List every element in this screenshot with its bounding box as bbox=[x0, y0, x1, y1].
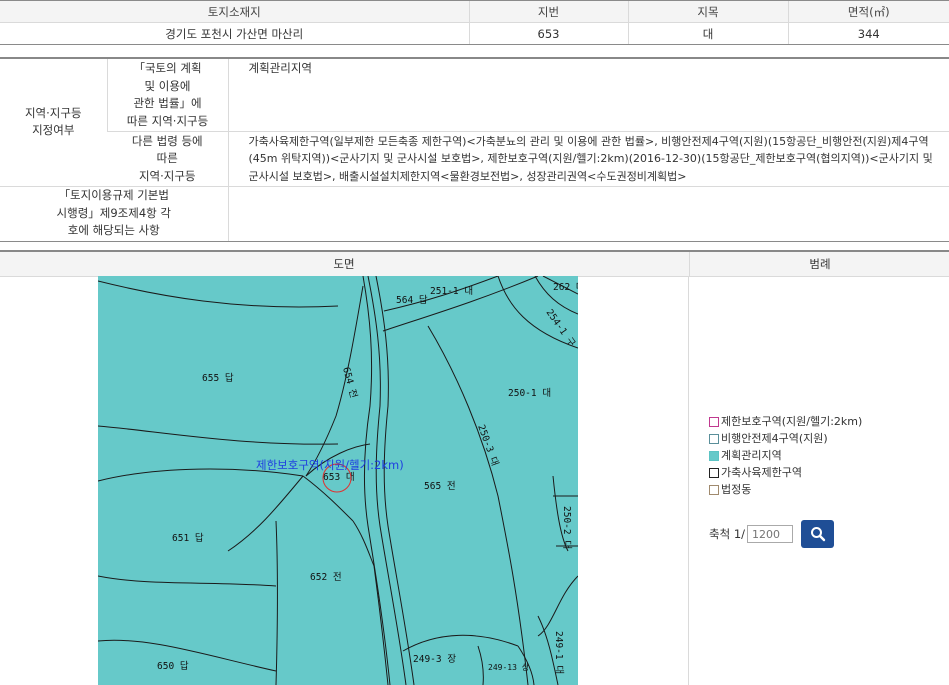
header-category: 지목 bbox=[627, 0, 788, 23]
lot-value: 653 bbox=[468, 22, 628, 45]
legend-label: 계획관리지역 bbox=[721, 449, 782, 462]
other-law-label: 다른 법령 등에 따른 지역·지구등 bbox=[107, 131, 228, 187]
zoning-label-line1: 지역·지구등 bbox=[24, 105, 82, 120]
land-info-table: 토지소재지 지번 지목 면적(㎡) 경기도 포천시 가산면 마산리 653 대 … bbox=[0, 0, 949, 45]
label-line: 다른 법령 등에 bbox=[131, 133, 203, 148]
label-line: 지역·지구등 bbox=[138, 168, 196, 183]
legend-label: 법정동 bbox=[721, 483, 752, 496]
parcel-249-1: 249-1 대 bbox=[553, 631, 564, 674]
label-line: 및 이용에 bbox=[144, 78, 191, 93]
map-canvas[interactable]: 564 답 251-1 대 262 대 254-1 구 655 답 654 전 … bbox=[98, 276, 578, 685]
legend-item: 법정동 bbox=[709, 481, 862, 498]
map-section-header: 도면 범례 bbox=[0, 250, 949, 277]
legend-swatch bbox=[709, 467, 719, 478]
parcel-651: 651 답 bbox=[172, 532, 204, 544]
legend-swatch bbox=[709, 484, 719, 495]
zoning-section-label: 지역·지구등 지정여부 bbox=[0, 58, 107, 187]
national-land-law-value: 계획관리지역 bbox=[227, 58, 949, 132]
zoning-table: 지역·지구등 지정여부 「국토의 계획 및 이용에 관한 법률」에 따른 지역·… bbox=[0, 57, 949, 242]
header-lot: 지번 bbox=[468, 0, 628, 23]
parcel-262: 262 대 bbox=[553, 282, 578, 293]
parcel-565: 565 전 bbox=[424, 481, 456, 492]
legend: 제한보호구역(지원/헬기:2km) 비행안전제4구역(지원) 계획관리지역 가축… bbox=[709, 413, 862, 498]
divider bbox=[688, 276, 689, 685]
enforcement-decree-value bbox=[227, 186, 949, 242]
scale-label: 축척 1/ bbox=[709, 527, 746, 541]
legend-swatch bbox=[709, 433, 719, 444]
legend-label: 제한보호구역(지원/헬기:2km) bbox=[721, 415, 863, 428]
legend-label: 가축사육제한구역 bbox=[721, 466, 802, 479]
scale-input[interactable] bbox=[747, 525, 794, 543]
legend-title: 범례 bbox=[689, 252, 949, 276]
legend-swatch bbox=[709, 450, 719, 461]
legend-swatch bbox=[709, 416, 719, 427]
scale-control: 축척 1/ bbox=[709, 520, 835, 548]
legend-item: 계획관리지역 bbox=[709, 447, 862, 464]
label-line: 관한 법률」에 bbox=[133, 96, 202, 110]
parcel-251-1: 251-1 대 bbox=[430, 286, 473, 297]
cadastral-map[interactable]: 564 답 251-1 대 262 대 254-1 구 655 답 654 전 … bbox=[98, 276, 578, 685]
label-line: 호에 해당되는 사항 bbox=[67, 223, 160, 238]
header-area: 면적(㎡) bbox=[787, 0, 949, 23]
location-value: 경기도 포천시 가산면 마산리 bbox=[0, 22, 469, 45]
zoning-label-line2: 지정여부 bbox=[32, 123, 75, 138]
label-line: 「국토의 계획 bbox=[133, 61, 202, 75]
restricted-zone-overlay-label: 제한보호구역(지원/헬기:2km) bbox=[256, 458, 404, 472]
area-value: 344 bbox=[787, 22, 949, 45]
header-location: 토지소재지 bbox=[0, 0, 469, 23]
label-line: 시행령」제9조제4항 각 bbox=[56, 205, 171, 220]
category-value: 대 bbox=[627, 22, 788, 45]
label-line: 따른 지역·지구등 bbox=[126, 113, 209, 128]
national-land-law-label: 「국토의 계획 및 이용에 관한 법률」에 따른 지역·지구등 bbox=[106, 58, 228, 132]
parcel-652: 652 전 bbox=[310, 572, 342, 583]
enforcement-decree-label: 「토지이용규제 기본법 시행령」제9조제4항 각 호에 해당되는 사항 bbox=[0, 186, 228, 242]
parcel-655: 655 답 bbox=[202, 372, 234, 384]
legend-item: 비행안전제4구역(지원) bbox=[709, 430, 862, 447]
legend-item: 제한보호구역(지원/헬기:2km) bbox=[709, 413, 862, 430]
parcel-250-1: 250-1 대 bbox=[508, 388, 551, 399]
legend-item: 가축사육제한구역 bbox=[709, 464, 862, 481]
parcel-249-3: 249-3 장 bbox=[413, 654, 456, 665]
parcel-650: 650 답 bbox=[157, 660, 189, 672]
label-line: 「토지이용규제 기본법 bbox=[58, 188, 169, 203]
map-title: 도면 bbox=[333, 257, 355, 271]
search-icon bbox=[810, 527, 825, 542]
label-line: 따른 bbox=[156, 151, 178, 165]
parcel-249-13: 249-13 상 bbox=[488, 662, 530, 672]
parcel-250-2: 250-2 대 bbox=[561, 506, 572, 549]
scale-search-button[interactable] bbox=[801, 520, 835, 548]
parcel-564: 564 답 bbox=[396, 294, 428, 306]
legend-label: 비행안전제4구역(지원) bbox=[721, 432, 828, 445]
other-law-value: 가축사육제한구역(일부제한 모든축종 제한구역)<가축분뇨의 관리 및 이용에 … bbox=[227, 131, 949, 187]
